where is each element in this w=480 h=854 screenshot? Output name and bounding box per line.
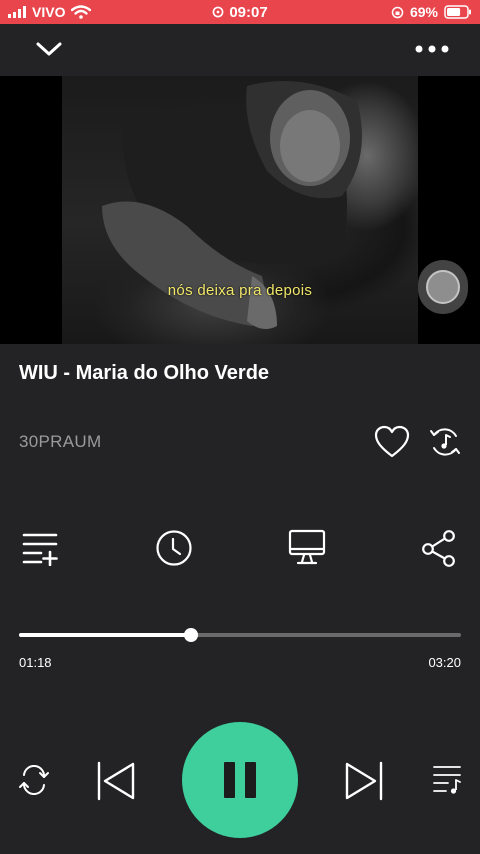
next-icon — [345, 761, 383, 801]
collapse-button[interactable] — [30, 34, 68, 64]
cast-to-device-button[interactable] — [286, 528, 328, 568]
more-icon — [415, 45, 449, 53]
floating-assistive-button[interactable] — [418, 260, 468, 314]
monitor-icon — [288, 529, 326, 565]
progress-thumb[interactable] — [184, 628, 199, 642]
more-options-button[interactable] — [410, 34, 454, 64]
status-bar: VIVO 09:07 69% — [0, 0, 480, 24]
previous-icon — [97, 761, 135, 801]
lyrics-sync-button[interactable] — [426, 422, 464, 462]
video-frame — [62, 76, 418, 344]
sleep-timer-button[interactable] — [154, 528, 194, 568]
add-to-queue-button[interactable] — [20, 528, 62, 568]
player-top-bar — [0, 24, 480, 76]
repeat-button[interactable] — [16, 762, 52, 798]
song-title: WIU - Maria do Olho Verde — [19, 362, 270, 384]
previous-button[interactable] — [92, 758, 138, 804]
battery-percent: 69% — [409, 4, 438, 20]
queue-icon — [433, 766, 461, 794]
progress-fill — [19, 633, 192, 637]
pause-button[interactable] — [182, 722, 298, 838]
total-duration: 03:20 — [428, 655, 461, 670]
elapsed-time: 01:18 — [19, 655, 52, 670]
next-button[interactable] — [342, 758, 388, 804]
clock-time: 09:07 — [229, 3, 268, 21]
battery-icon — [444, 5, 471, 19]
clock-icon — [156, 530, 192, 566]
like-button[interactable] — [372, 422, 412, 462]
artist-name[interactable]: 30PRAUM — [19, 432, 101, 452]
video-subtitle: nós deixa pra depois — [167, 282, 313, 299]
music-sync-icon — [430, 428, 460, 456]
repeat-icon — [19, 765, 49, 795]
orientation-lock-icon — [391, 6, 404, 18]
playlist-queue-button[interactable] — [428, 762, 466, 798]
share-button[interactable] — [418, 528, 460, 568]
assistive-touch-icon — [426, 270, 460, 304]
chevron-down-icon — [36, 42, 62, 56]
video-image — [102, 81, 362, 330]
progress-bar[interactable] — [19, 628, 461, 642]
pause-icon — [219, 762, 261, 798]
video-player[interactable]: nós deixa pra depois — [0, 76, 480, 344]
heart-icon — [374, 425, 410, 458]
share-icon — [422, 530, 455, 567]
alarm-icon — [212, 6, 224, 18]
add-to-queue-icon — [22, 533, 58, 566]
